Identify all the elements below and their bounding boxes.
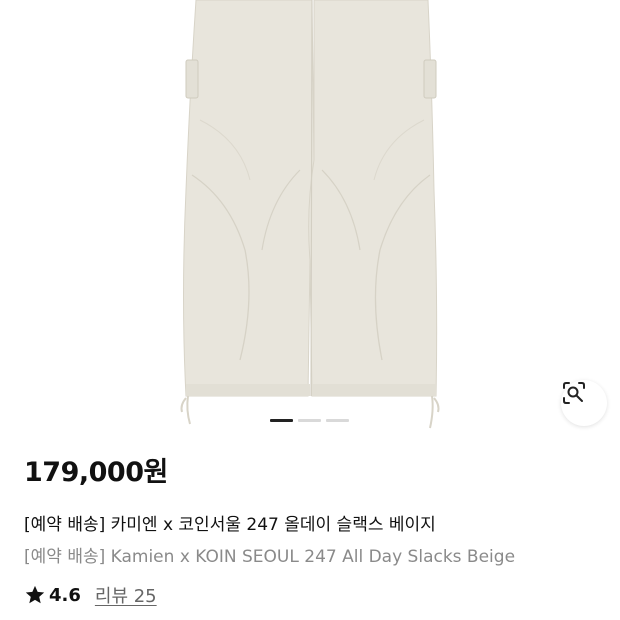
star-icon bbox=[25, 585, 45, 604]
product-title-korean: [예약 배송] 카미엔 x 코인서울 247 올데이 슬랙스 베이지 bbox=[24, 515, 436, 535]
rating-row: 4.6 리뷰 25 bbox=[24, 582, 157, 608]
pager-dot-3[interactable] bbox=[326, 419, 349, 422]
product-image[interactable] bbox=[0, 0, 620, 440]
rating-value: 4.6 bbox=[49, 584, 81, 606]
image-pager bbox=[270, 419, 349, 422]
pager-dot-1[interactable] bbox=[270, 419, 293, 422]
pager-dot-2[interactable] bbox=[298, 419, 321, 422]
review-count-link[interactable]: 리뷰 25 bbox=[95, 582, 157, 608]
pants-illustration bbox=[180, 0, 440, 429]
product-title-english: [예약 배송] Kamien x KOIN SEOUL 247 All Day … bbox=[24, 547, 516, 567]
visual-search-icon bbox=[563, 382, 585, 404]
product-price: 179,000원 bbox=[24, 457, 168, 488]
visual-search-button[interactable] bbox=[561, 380, 607, 426]
